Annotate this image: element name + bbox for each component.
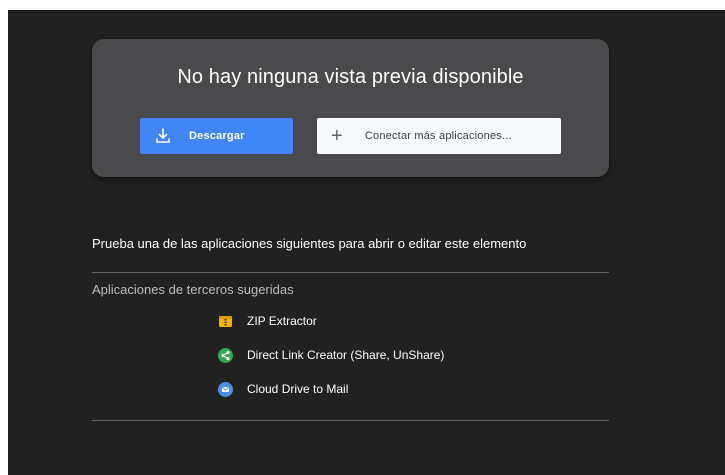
app-label: ZIP Extractor [247, 314, 317, 328]
connect-more-apps-button[interactable]: + Conectar más aplicaciones... [317, 118, 561, 154]
zip-extractor-icon [219, 315, 232, 327]
app-item-cloud-drive-to-mail[interactable]: Cloud Drive to Mail [218, 379, 348, 399]
plus-icon: + [331, 125, 343, 147]
app-item-zip-extractor[interactable]: ZIP Extractor [218, 311, 317, 331]
file-preview-viewer: No hay ninguna vista previa disponible D… [8, 10, 725, 475]
download-icon [156, 128, 170, 143]
bottom-divider [92, 420, 609, 421]
app-label: Direct Link Creator (Share, UnShare) [247, 348, 445, 362]
app-item-direct-link-creator[interactable]: Direct Link Creator (Share, UnShare) [218, 345, 444, 365]
no-preview-card: No hay ninguna vista previa disponible D… [92, 39, 609, 177]
download-button-label: Descargar [189, 130, 245, 142]
connect-more-apps-label: Conectar más aplicaciones... [364, 130, 512, 142]
open-with-prompt: Prueba una de las aplicaciones siguiente… [92, 236, 527, 251]
app-label: Cloud Drive to Mail [247, 382, 349, 396]
suggested-apps-heading: Aplicaciones de terceros sugeridas [92, 282, 294, 297]
share-icon [218, 347, 233, 363]
top-divider [92, 272, 609, 273]
download-button[interactable]: Descargar [140, 118, 293, 154]
mail-icon [218, 381, 233, 397]
no-preview-title: No hay ninguna vista previa disponible [177, 66, 524, 88]
